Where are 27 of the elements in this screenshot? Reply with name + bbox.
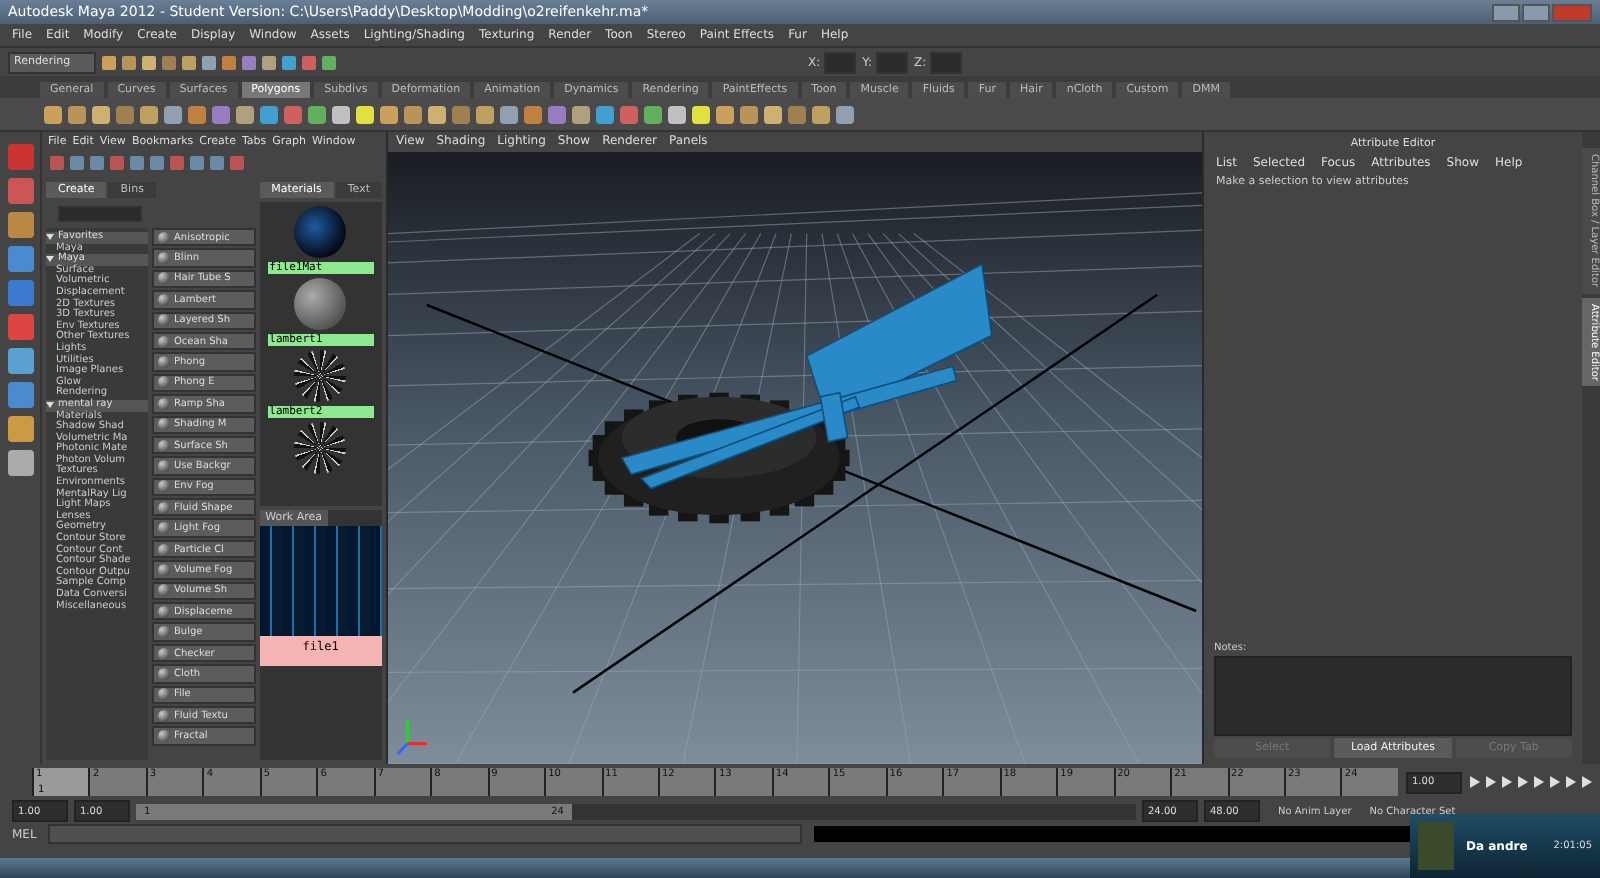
tool-icon[interactable] xyxy=(7,348,33,374)
filter-field[interactable] xyxy=(58,206,142,222)
axis-indicator-icon xyxy=(396,719,427,755)
coordinate-field[interactable] xyxy=(930,51,963,73)
tool-icon[interactable] xyxy=(7,450,33,476)
expand-arrow-icon[interactable] xyxy=(46,234,54,241)
material-swatch[interactable] xyxy=(294,278,347,330)
close-button[interactable] xyxy=(1552,3,1592,21)
tool-icon[interactable] xyxy=(7,280,33,306)
expand-arrow-icon[interactable] xyxy=(46,256,54,263)
tool-icon[interactable] xyxy=(7,416,33,442)
maximize-button[interactable] xyxy=(1522,3,1550,21)
notes-field[interactable] xyxy=(1214,656,1572,736)
tool-icon[interactable] xyxy=(7,314,33,340)
texture-preview xyxy=(259,526,382,636)
coordinate-field[interactable] xyxy=(876,51,909,73)
tool-icon[interactable] xyxy=(7,178,33,204)
tool-icon[interactable] xyxy=(7,382,33,408)
tool-icon[interactable] xyxy=(7,144,33,170)
minimize-button[interactable] xyxy=(1492,3,1520,21)
command-field[interactable] xyxy=(48,824,803,844)
coordinate-field[interactable] xyxy=(824,51,857,73)
expand-arrow-icon[interactable] xyxy=(46,402,54,409)
tool-icon[interactable] xyxy=(7,246,33,272)
tool-icon[interactable] xyxy=(7,212,33,238)
photo-placeholder xyxy=(1418,822,1454,870)
material-swatch[interactable] xyxy=(294,206,347,258)
